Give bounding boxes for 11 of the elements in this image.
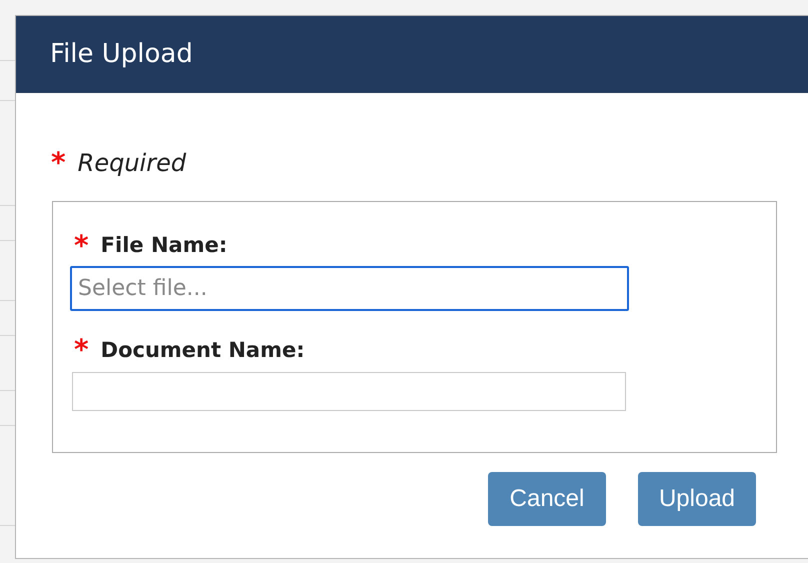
input-field[interactable] [72, 372, 626, 411]
required-asterisk: * [74, 232, 89, 260]
required-note: Required [78, 148, 186, 179]
input-field[interactable]: Select file... [70, 266, 629, 310]
field-label: File Name: [100, 232, 228, 259]
cancel-button[interactable]: Cancel [488, 472, 606, 526]
upload-button[interactable]: Upload [638, 472, 756, 526]
required-asterisk: * [74, 336, 89, 364]
required-asterisk: * [51, 149, 66, 177]
field-label: Document Name: [100, 336, 305, 364]
dialog-title: File Upload [50, 38, 193, 71]
